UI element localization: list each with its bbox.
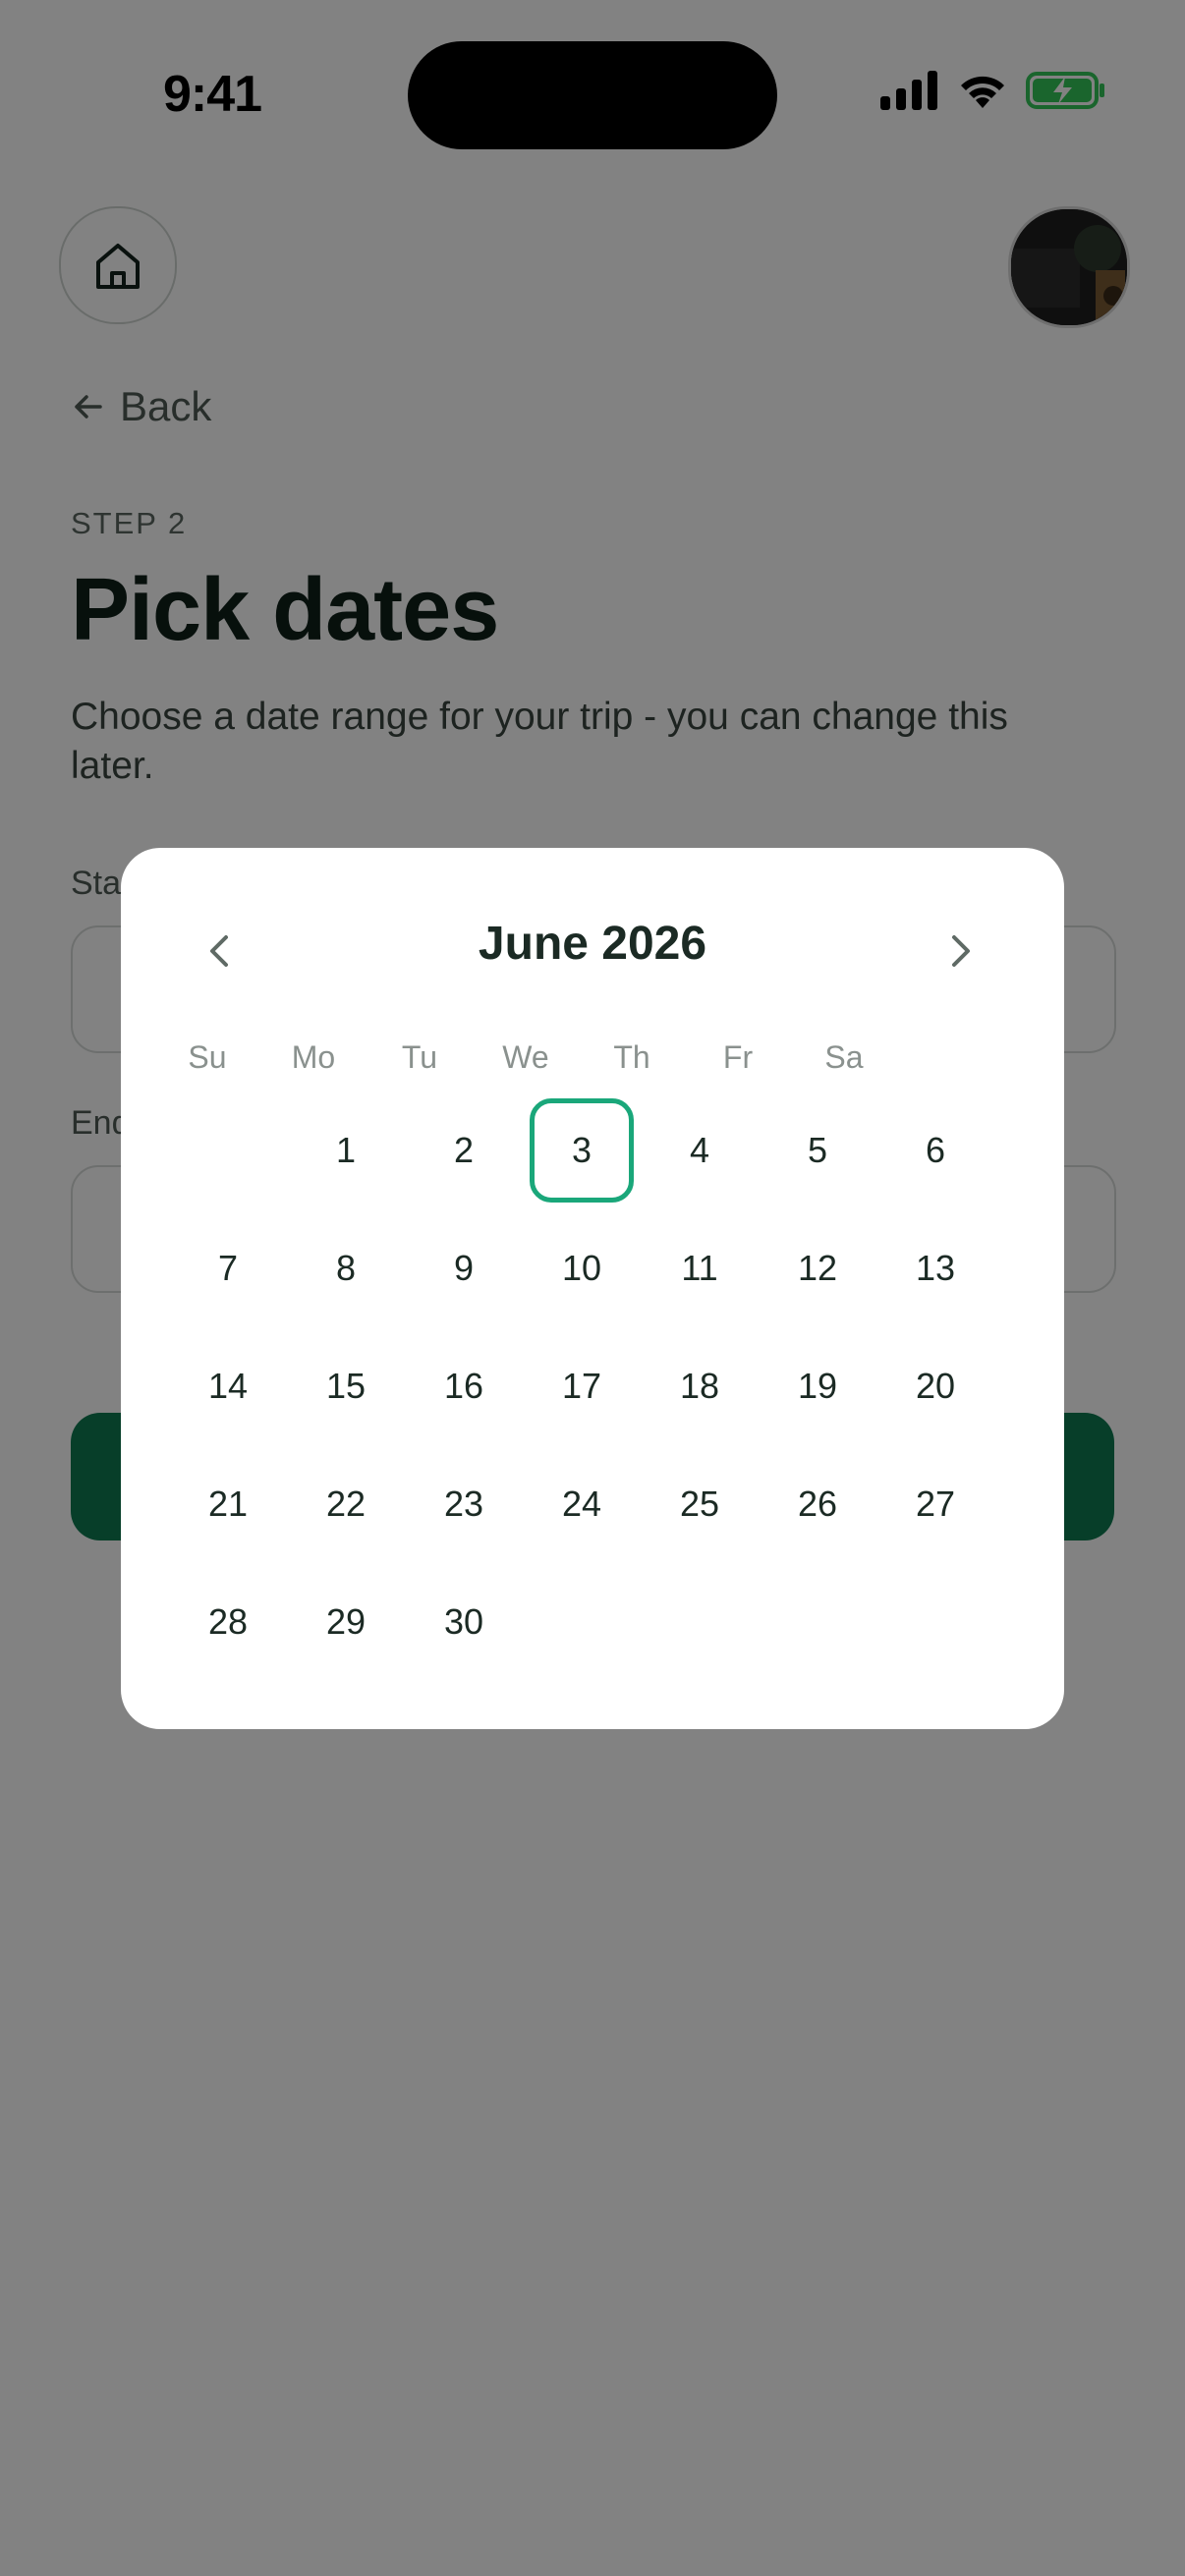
weekday-label: Su (188, 1039, 227, 1075)
calendar-day[interactable]: 10 (530, 1216, 634, 1320)
calendar-day[interactable]: 9 (412, 1216, 516, 1320)
calendar-day[interactable]: 24 (530, 1452, 634, 1556)
calendar-day-selected[interactable]: 3 (530, 1098, 634, 1203)
calendar-day[interactable]: 1 (294, 1098, 398, 1203)
calendar-day[interactable]: 16 (412, 1334, 516, 1438)
calendar-day[interactable]: 21 (176, 1452, 280, 1556)
calendar-day[interactable]: 22 (294, 1452, 398, 1556)
calendar-day[interactable]: 15 (294, 1334, 398, 1438)
calendar-day[interactable]: 27 (883, 1452, 988, 1556)
weekday-label: Fr (722, 1039, 754, 1075)
weekday-label: Th (613, 1039, 650, 1075)
calendar-day[interactable]: 2 (412, 1098, 516, 1203)
calendar-day[interactable]: 6 (883, 1098, 988, 1203)
weekday-label: Mo (291, 1039, 336, 1075)
calendar-day[interactable]: 11 (648, 1216, 752, 1320)
calendar-day[interactable]: 18 (648, 1334, 752, 1438)
calendar-day[interactable]: 28 (176, 1570, 280, 1674)
calendar-day[interactable]: 7 (176, 1216, 280, 1320)
weekday-label: Sa (824, 1039, 864, 1075)
calendar-day[interactable]: 14 (176, 1334, 280, 1438)
next-month-button[interactable] (922, 917, 1000, 985)
chevron-right-icon (952, 935, 970, 967)
calendar-day[interactable]: 4 (648, 1098, 752, 1203)
calendar-day[interactable]: 12 (765, 1216, 870, 1320)
calendar-header: June 2026 (121, 917, 1064, 985)
weekday-label: We (502, 1039, 549, 1075)
calendar-day[interactable]: 30 (412, 1570, 516, 1674)
calendar-day[interactable]: 29 (294, 1570, 398, 1674)
calendar-day[interactable]: 20 (883, 1334, 988, 1438)
calendar-day[interactable]: 19 (765, 1334, 870, 1438)
calendar-day[interactable]: 23 (412, 1452, 516, 1556)
previous-month-button[interactable] (180, 917, 258, 985)
calendar-day[interactable]: 13 (883, 1216, 988, 1320)
calendar-day[interactable]: 25 (648, 1452, 752, 1556)
calendar-day[interactable]: 26 (765, 1452, 870, 1556)
calendar-day[interactable]: 17 (530, 1334, 634, 1438)
calendar-day[interactable]: 5 (765, 1098, 870, 1203)
chevron-left-icon (210, 935, 228, 967)
date-picker-modal: June 2026 Su Mo Tu We Th Fr Sa 1 2 3 4 5 6 7 8 9 10 11 12… (121, 848, 1064, 1729)
calendar-day[interactable]: 8 (294, 1216, 398, 1320)
weekday-label: Tu (401, 1039, 438, 1075)
